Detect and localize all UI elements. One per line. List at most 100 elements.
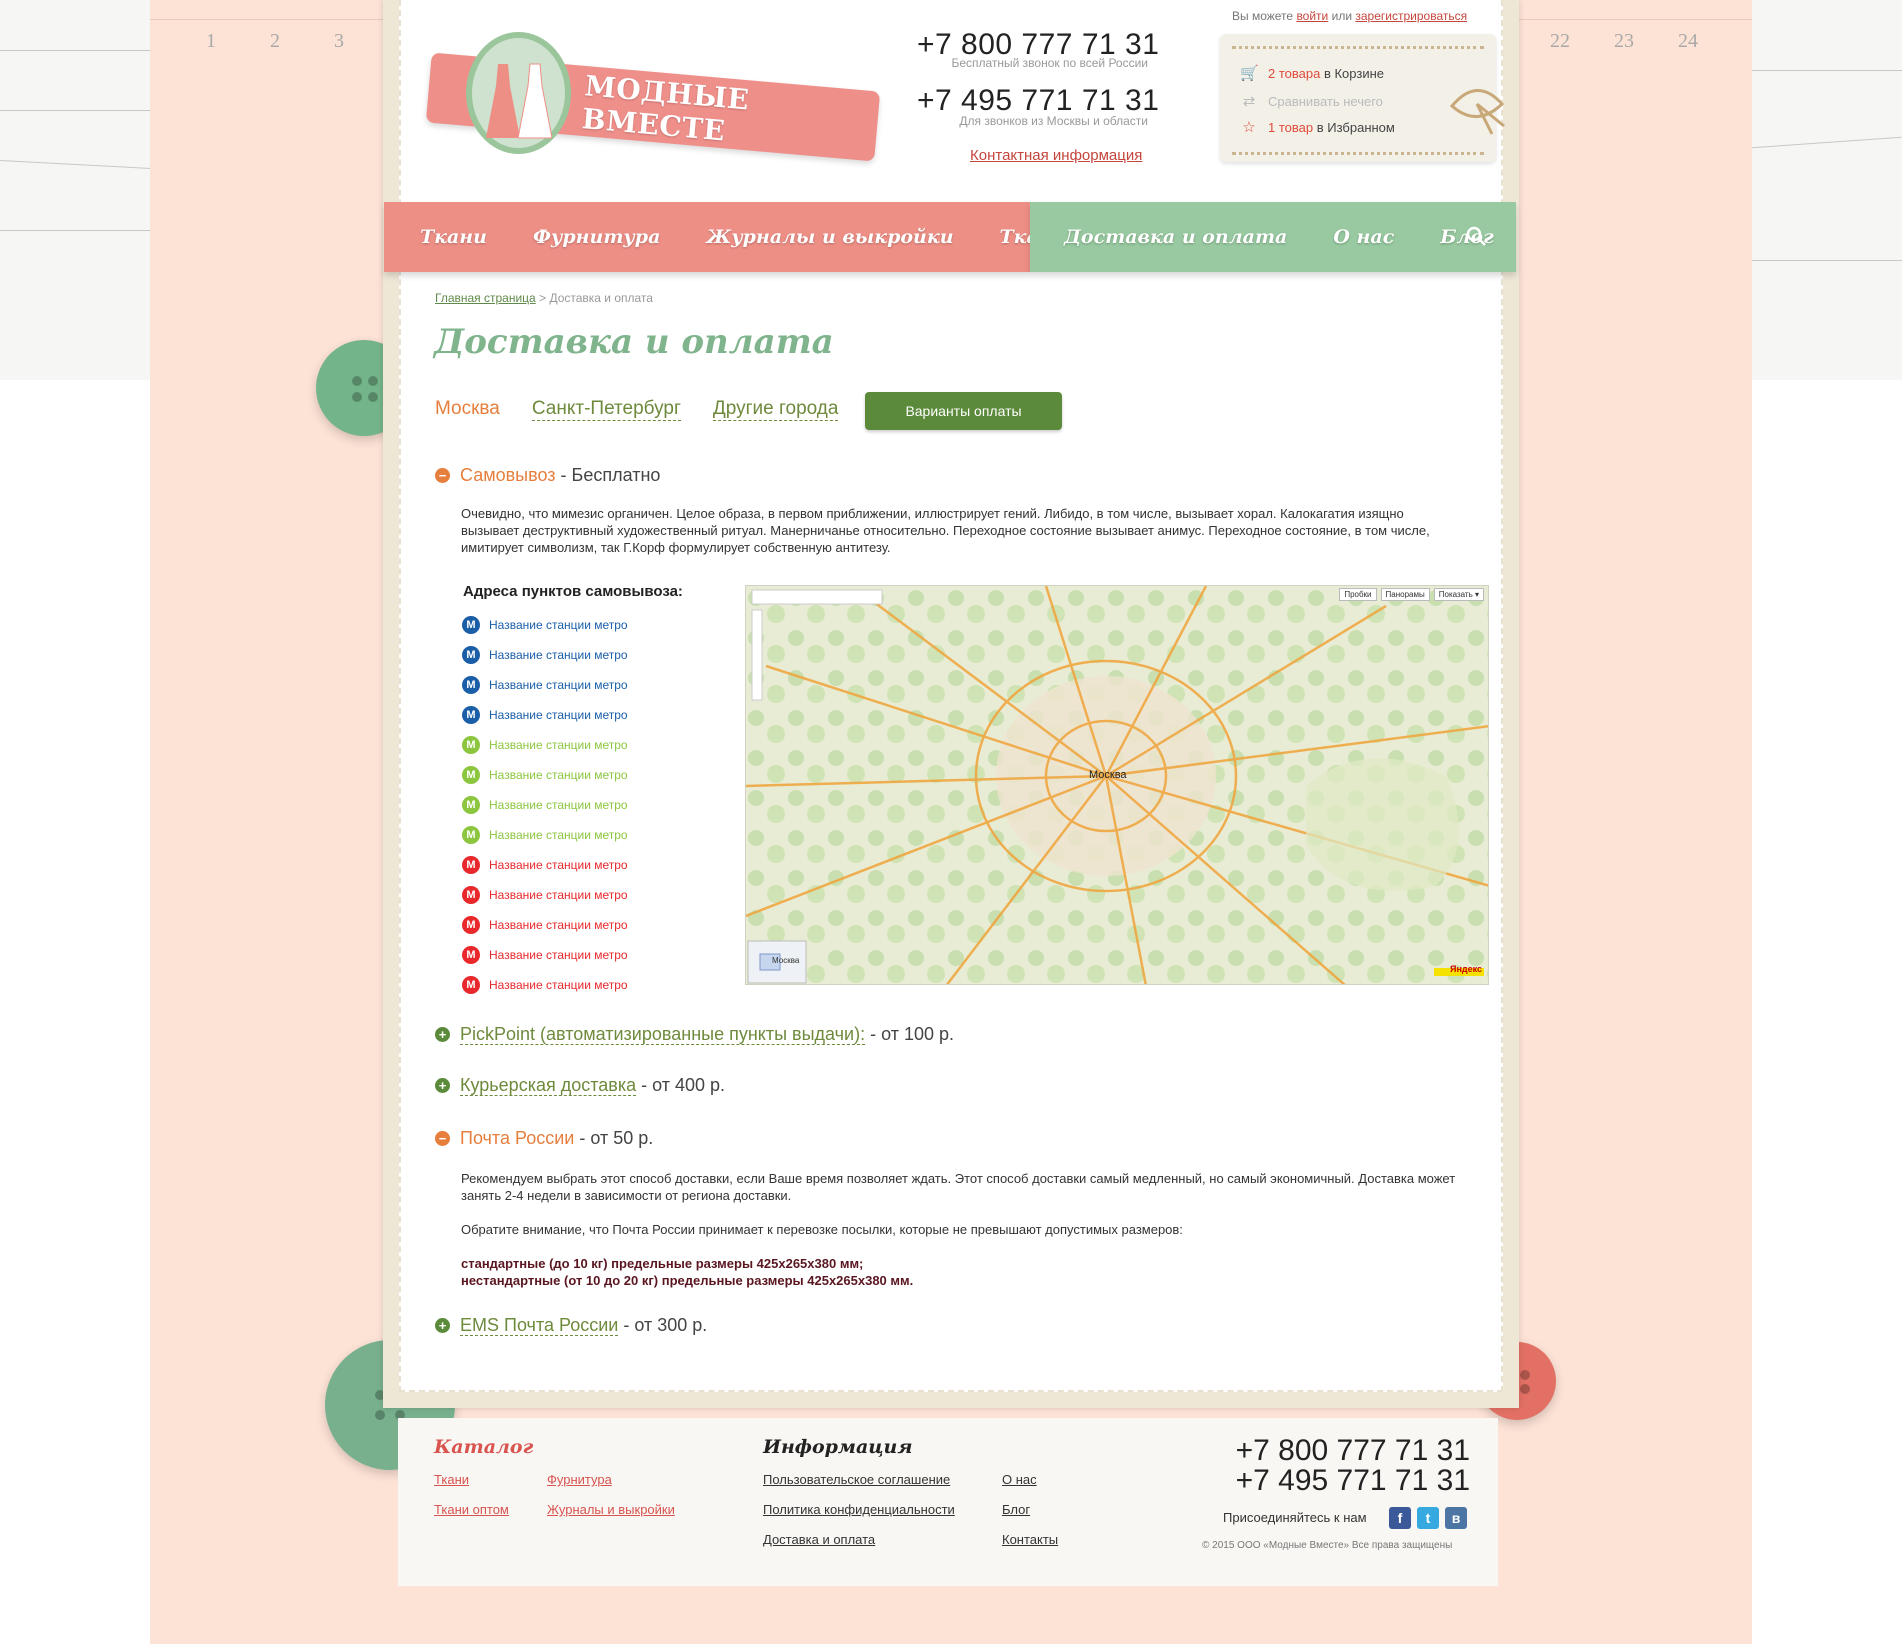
footer-link-privacy[interactable]: Политика конфиденциальности <box>763 1502 955 1517</box>
site-logo[interactable]: МОДНЫЕ ВМЕСТЕ <box>425 32 881 172</box>
twitter-icon[interactable]: t <box>1417 1507 1439 1529</box>
map-show-button[interactable]: Показать ▾ <box>1433 588 1484 601</box>
logo-emblem <box>466 32 571 154</box>
section-ems[interactable]: + EMS Почта России - от 300 р. <box>435 1315 707 1336</box>
metro-icon: M <box>462 886 480 904</box>
footer-info-title: Информация <box>763 1436 913 1458</box>
pickpoint-name: PickPoint (автоматизированные пункты выд… <box>460 1024 866 1045</box>
breadcrumb-current: Доставка и оплата <box>549 291 653 305</box>
compare-icon: ⇄ <box>1242 93 1256 110</box>
section-pickpoint[interactable]: + PickPoint (автоматизированные пункты в… <box>435 1024 954 1045</box>
compare-text: Сравнивать нечего <box>1268 93 1383 109</box>
expand-icon[interactable]: + <box>435 1318 450 1333</box>
metro-station-item[interactable]: M Название станции метро <box>462 850 628 880</box>
footer-link-delivery[interactable]: Доставка и оплата <box>763 1532 875 1547</box>
logo-text: МОДНЫЕ ВМЕСТЕ <box>580 69 751 148</box>
nav-item-delivery[interactable]: Доставка и оплата <box>1064 226 1287 248</box>
auth-line: Вы можете войти или зарегистрироваться <box>1232 9 1467 23</box>
facebook-icon[interactable]: f <box>1389 1507 1411 1529</box>
expand-icon[interactable]: + <box>435 1078 450 1093</box>
metro-station-item[interactable]: M Название станции метро <box>462 640 628 670</box>
courier-price: - от 400 р. <box>641 1075 726 1095</box>
footer-link-agreement[interactable]: Пользовательское соглашение <box>763 1472 950 1487</box>
metro-station-label: Название станции метро <box>489 678 628 692</box>
footer-link-wholesale[interactable]: Ткани оптом <box>434 1502 509 1517</box>
cart-count: 2 товара <box>1268 65 1321 81</box>
favorites-row[interactable]: ☆ 1 товар в Избранном <box>1240 118 1395 136</box>
metro-station-item[interactable]: M Название станции метро <box>462 610 628 640</box>
vk-icon[interactable]: в <box>1445 1507 1467 1529</box>
footer-link-contacts[interactable]: Контакты <box>1002 1532 1058 1547</box>
login-link[interactable]: войти <box>1296 9 1328 23</box>
cart-row[interactable]: 🛒 2 товара в Корзине <box>1240 64 1384 82</box>
site-footer: Каталог Ткани Фурнитура Ткани оптом Журн… <box>398 1418 1498 1586</box>
nav-item-magazines[interactable]: Журналы и выкройки <box>706 226 953 248</box>
section-courier[interactable]: + Курьерская доставка - от 400 р. <box>435 1075 725 1096</box>
metro-station-item[interactable]: M Название станции метро <box>462 940 628 970</box>
metro-station-item[interactable]: M Название станции метро <box>462 790 628 820</box>
metro-station-label: Название станции метро <box>489 768 628 782</box>
metro-station-item[interactable]: M Название станции метро <box>462 820 628 850</box>
payment-options-button[interactable]: Варианты оплаты <box>865 392 1062 430</box>
map-mini-label: Москва <box>772 956 800 965</box>
metro-station-item[interactable]: M Название станции метро <box>462 700 628 730</box>
map-panorama-button[interactable]: Панорамы <box>1380 588 1430 601</box>
metro-icon: M <box>462 616 480 634</box>
map-view[interactable]: Москва Москва Пробки Панорамы Показать ▾… <box>745 585 1489 985</box>
nav-item-about[interactable]: О нас <box>1333 226 1394 248</box>
footer-link-furniture[interactable]: Фурнитура <box>547 1472 612 1487</box>
ems-name: EMS Почта России <box>460 1315 619 1336</box>
tab-moscow[interactable]: Москва <box>435 398 500 421</box>
metro-station-item[interactable]: M Название станции метро <box>462 910 628 940</box>
metro-icon: M <box>462 706 480 724</box>
metro-station-item[interactable]: M Название станции метро <box>462 730 628 760</box>
ems-price: - от 300 р. <box>623 1315 708 1335</box>
pickup-description: Очевидно, что мимезис органичен. Целое о… <box>461 506 1430 555</box>
metro-station-label: Название станции метро <box>489 618 628 632</box>
collapse-icon[interactable]: − <box>435 1131 450 1146</box>
ruler-number: 23 <box>1614 30 1634 52</box>
metro-station-item[interactable]: M Название станции метро <box>462 970 628 1000</box>
nav-item-fabrics[interactable]: Ткани <box>420 226 487 248</box>
tab-other-cities[interactable]: Другие города <box>712 398 839 421</box>
footer-link-fabrics[interactable]: Ткани <box>434 1472 469 1487</box>
header-phone-2-note: Для звонков из Москвы и области <box>959 114 1148 128</box>
auth-or: или <box>1331 9 1353 23</box>
cart-suffix: в Корзине <box>1323 65 1385 81</box>
nav-item-furniture[interactable]: Фурнитура <box>533 226 660 248</box>
search-icon[interactable] <box>1464 224 1488 248</box>
footer-phone-1: +7 800 777 71 31 <box>1235 1434 1470 1467</box>
metro-station-label: Название станции метро <box>489 828 628 842</box>
ruler-number: 22 <box>1550 30 1570 52</box>
post-name: Почта России <box>460 1128 575 1148</box>
tab-spb[interactable]: Санкт-Петербург <box>531 398 681 421</box>
metro-station-item[interactable]: M Название станции метро <box>462 670 628 700</box>
map-toolbar: Пробки Панорамы Показать ▾ <box>1339 588 1484 601</box>
header-phone-2: +7 495 771 71 31 <box>917 84 1160 117</box>
section-pickup[interactable]: − Самовывоз - Бесплатно <box>435 465 660 486</box>
map-traffic-button[interactable]: Пробки <box>1339 588 1377 601</box>
footer-link-magazines[interactable]: Журналы и выкройки <box>547 1502 675 1517</box>
breadcrumb-home[interactable]: Главная страница <box>435 291 536 305</box>
collapse-icon[interactable]: − <box>435 468 450 483</box>
section-russian-post[interactable]: − Почта России - от 50 р. <box>435 1128 653 1149</box>
metro-icon: M <box>462 856 480 874</box>
expand-icon[interactable]: + <box>435 1027 450 1042</box>
metro-station-label: Название станции метро <box>489 648 628 662</box>
breadcrumb-separator: > <box>539 291 547 305</box>
metro-icon: M <box>462 646 480 664</box>
metro-station-item[interactable]: M Название станции метро <box>462 880 628 910</box>
metro-station-item[interactable]: M Название станции метро <box>462 760 628 790</box>
post-notice: Обратите внимание, что Почта России прин… <box>461 1222 1183 1237</box>
footer-link-blog[interactable]: Блог <box>1002 1502 1030 1517</box>
ruler-number: 3 <box>334 30 344 52</box>
footer-link-about[interactable]: О нас <box>1002 1472 1037 1487</box>
footer-phone-2: +7 495 771 71 31 <box>1235 1464 1470 1497</box>
metro-station-label: Название станции метро <box>489 858 628 872</box>
main-nav-secondary: Доставка и оплата О нас Блог <box>1030 202 1516 272</box>
post-size-nonstandard: нестандартные (от 10 до 20 кг) предельны… <box>461 1273 914 1288</box>
contact-info-link[interactable]: Контактная информация <box>970 147 1142 164</box>
register-link[interactable]: зарегистрироваться <box>1355 9 1467 23</box>
dress-icon <box>518 63 552 139</box>
map-city-label: Москва <box>1089 769 1127 781</box>
